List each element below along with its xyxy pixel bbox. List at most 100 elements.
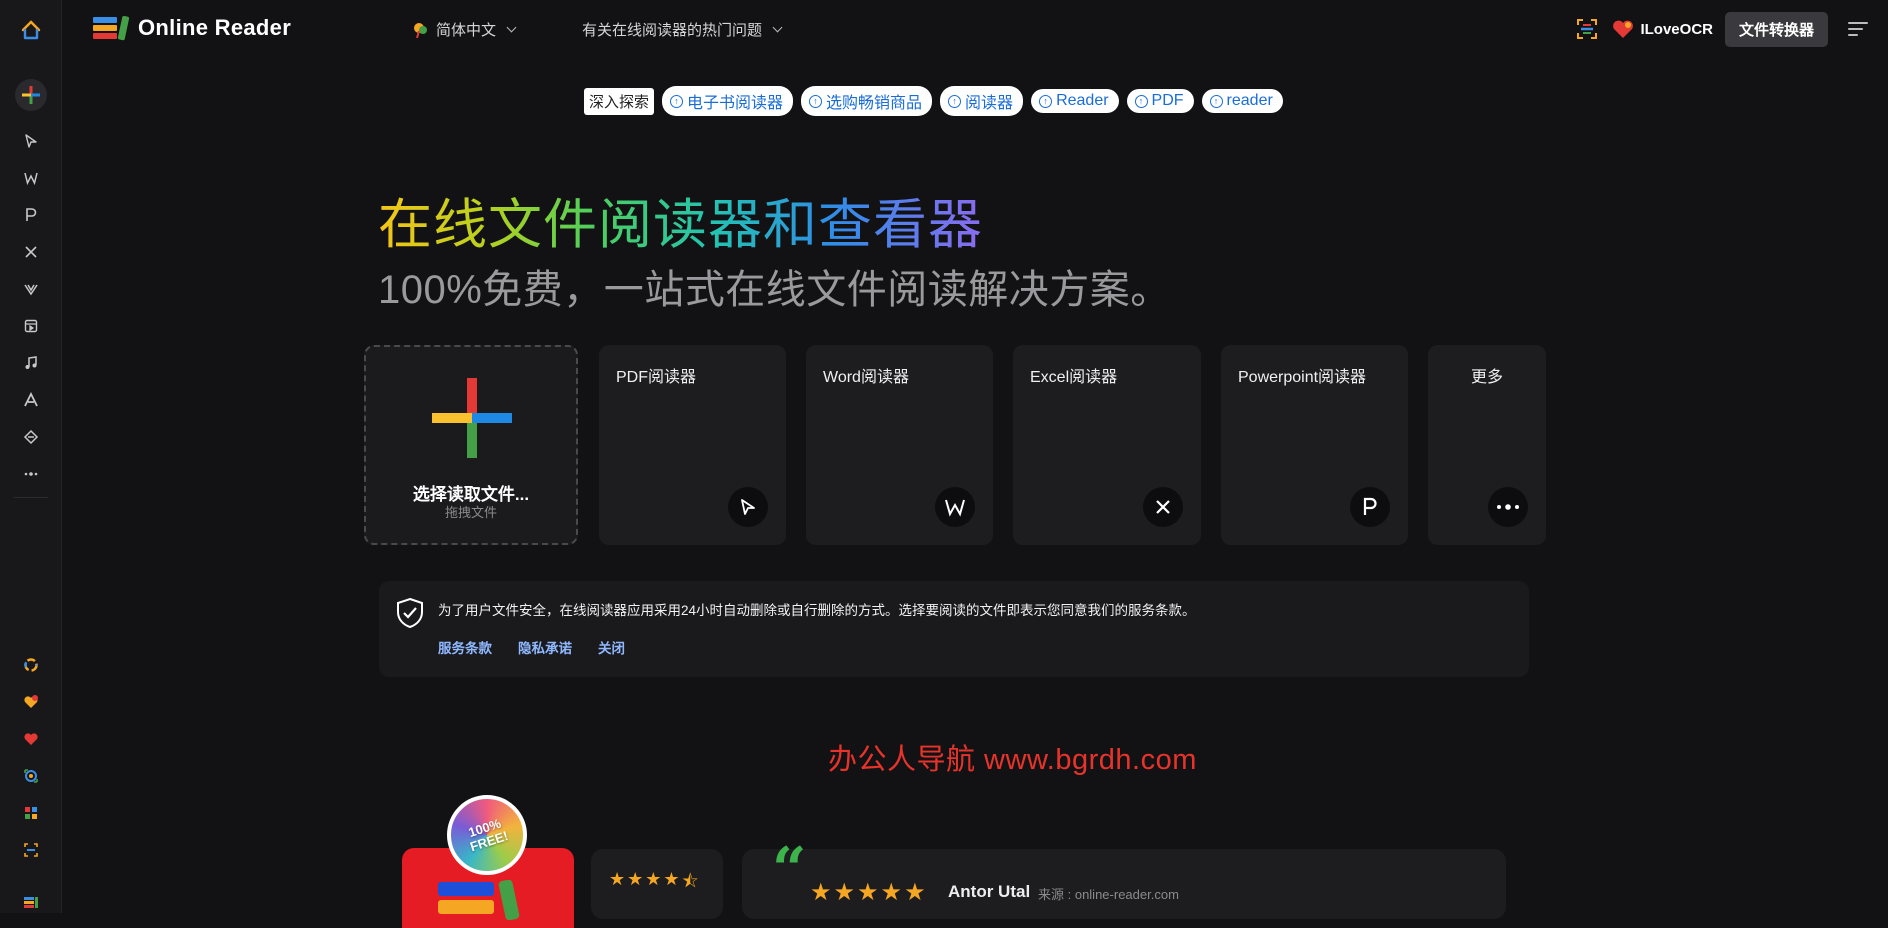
arrow-up-icon: ↑ bbox=[1039, 94, 1053, 108]
add-file-icon bbox=[432, 378, 512, 458]
language-icon bbox=[414, 22, 427, 38]
add-file-button[interactable] bbox=[15, 79, 47, 111]
arrow-up-icon: ↑ bbox=[809, 94, 823, 108]
reviewer-name: Antor Utal bbox=[948, 882, 1031, 901]
hero-title: 在线文件阅读器和查看器 bbox=[378, 180, 983, 259]
star-icon: ★ bbox=[645, 869, 662, 889]
app-2-icon[interactable] bbox=[20, 691, 42, 713]
heart-icon bbox=[1613, 20, 1634, 38]
sidebar-divider bbox=[14, 497, 48, 498]
chip-label: reader bbox=[1226, 92, 1273, 109]
more-icon[interactable] bbox=[20, 463, 42, 485]
privacy-link[interactable]: 隐私承诺 bbox=[518, 637, 572, 657]
chip-reader-cn[interactable]: ↑ 阅读器 bbox=[940, 86, 1024, 116]
explore-label: 深入探索 bbox=[584, 87, 655, 115]
star-icon: ★ bbox=[857, 879, 879, 906]
chip-label: 电子书阅读器 bbox=[687, 95, 784, 112]
iloveocr-link[interactable]: ILoveOCR bbox=[1612, 19, 1713, 39]
chip-pdf[interactable]: ↑ PDF bbox=[1126, 89, 1194, 113]
top-right-actions: ILoveOCR 文件转换器 bbox=[1576, 11, 1888, 47]
logo-icon bbox=[93, 16, 130, 41]
arrow-up-icon: ↑ bbox=[1209, 94, 1223, 108]
app-7-icon[interactable] bbox=[20, 891, 42, 913]
star-icon: ★ bbox=[810, 879, 832, 906]
star-icon: ★ bbox=[627, 869, 644, 889]
app-4-icon[interactable] bbox=[20, 765, 42, 787]
app-logo[interactable]: Online Reader bbox=[92, 14, 291, 42]
word-icon bbox=[935, 487, 975, 527]
chip-ebook-reader[interactable]: ↑ 电子书阅读器 bbox=[662, 86, 794, 116]
star-icon: ★ bbox=[880, 879, 903, 906]
media-icon[interactable] bbox=[20, 315, 42, 337]
card-title: Word阅读器 bbox=[823, 369, 909, 386]
pdf-icon[interactable] bbox=[20, 130, 42, 152]
menu-icon[interactable] bbox=[1848, 20, 1870, 38]
star-icon: ★ bbox=[663, 869, 680, 889]
card-excel-reader[interactable]: Excel阅读器 bbox=[1013, 345, 1201, 545]
free-badge-text: 100% FREE! bbox=[466, 815, 510, 855]
powerpoint-icon[interactable] bbox=[20, 204, 42, 226]
font-icon[interactable] bbox=[20, 389, 42, 411]
arrow-up-icon: ↑ bbox=[1134, 94, 1148, 108]
app-6-icon[interactable] bbox=[20, 839, 42, 861]
close-link[interactable]: 关闭 bbox=[598, 637, 625, 657]
ocr-scan-icon[interactable] bbox=[1576, 18, 1598, 40]
rating-card: ★ ★ ★ ★ ⯪ bbox=[591, 849, 723, 919]
card-title: Excel阅读器 bbox=[1030, 369, 1118, 386]
card-powerpoint-reader[interactable]: Powerpoint阅读器 bbox=[1221, 345, 1408, 545]
faq-label: 有关在线阅读器的热门问题 bbox=[582, 22, 763, 39]
top-bar: Online Reader 简体中文 有关在线阅读器的热门问题 ILoveOCR… bbox=[62, 0, 1888, 58]
app-title: Online Reader bbox=[138, 15, 292, 40]
explore-bar: 深入探索 ↑ 电子书阅读器 ↑ 选购畅销商品 ↑ 阅读器 ↑ Reader ↑ PDF ↑… bbox=[584, 86, 1283, 116]
card-pdf-reader[interactable]: PDF阅读器 bbox=[599, 345, 786, 545]
chevron-down-icon bbox=[772, 22, 783, 33]
chip-label: Reader bbox=[1056, 92, 1109, 109]
chip-bestsellers[interactable]: ↑ 选购畅销商品 bbox=[801, 86, 933, 116]
notice-text: 为了用户文件安全，在线阅读器应用采用24小时自动删除或自行删除的方式。选择要阅读… bbox=[438, 603, 1196, 618]
card-title: Powerpoint阅读器 bbox=[1238, 369, 1367, 386]
terms-link[interactable]: 服务条款 bbox=[438, 637, 492, 657]
hero-subtitle: 100%免费，一站式在线文件阅读解决方案。 bbox=[378, 268, 1171, 312]
star-icon: ★ bbox=[609, 869, 626, 889]
card-title: PDF阅读器 bbox=[616, 369, 697, 386]
home-icon[interactable] bbox=[20, 19, 42, 41]
pdf-icon bbox=[728, 487, 768, 527]
ebook-icon[interactable] bbox=[20, 426, 42, 448]
word-icon[interactable] bbox=[20, 167, 42, 189]
faq-dropdown[interactable]: 有关在线阅读器的热门问题 bbox=[582, 19, 783, 40]
arrow-up-icon: ↑ bbox=[670, 94, 684, 108]
quote-icon: “ bbox=[772, 835, 807, 905]
language-selector[interactable]: 简体中文 bbox=[412, 19, 517, 40]
iloveocr-label: ILoveOCR bbox=[1640, 20, 1713, 38]
watermark-text: 办公人导航 www.bgrdh.com bbox=[828, 744, 1197, 776]
more-icon bbox=[1488, 487, 1528, 527]
upload-sublabel: 拖拽文件 bbox=[444, 505, 497, 520]
chip-reader[interactable]: ↑ Reader bbox=[1031, 89, 1119, 113]
review-card: “ ★ ★ ★ ★ ★ Antor Utal 来源 : online-reader.co… bbox=[742, 835, 1506, 919]
card-word-reader[interactable]: Word阅读器 bbox=[806, 345, 993, 545]
app-5-icon[interactable] bbox=[20, 802, 42, 824]
music-icon[interactable] bbox=[20, 352, 42, 374]
review-source: 来源 : online-reader.com bbox=[1038, 887, 1179, 902]
excel-icon[interactable] bbox=[20, 241, 42, 263]
card-more[interactable]: 更多 bbox=[1428, 345, 1546, 545]
arrow-up-icon: ↑ bbox=[948, 94, 962, 108]
app-3-icon[interactable] bbox=[20, 728, 42, 750]
left-sidebar bbox=[0, 0, 62, 913]
rating-stars: ★ ★ ★ ★ ⯪ bbox=[609, 869, 699, 899]
app-1-icon[interactable] bbox=[20, 654, 42, 676]
star-icon: ★ bbox=[833, 879, 856, 906]
notice-links: 服务条款 隐私承诺 关闭 bbox=[438, 637, 625, 657]
chip-label: 选购畅销商品 bbox=[826, 95, 923, 112]
vector-icon[interactable] bbox=[20, 278, 42, 300]
powerpoint-icon bbox=[1350, 487, 1390, 527]
chip-reader-lower[interactable]: ↑ reader bbox=[1201, 89, 1283, 113]
card-title: 更多 bbox=[1470, 369, 1503, 386]
free-badge: 100% FREE! bbox=[447, 795, 527, 875]
chip-label: PDF bbox=[1151, 92, 1184, 109]
file-converter-button[interactable]: 文件转换器 bbox=[1724, 11, 1828, 47]
star-icon: ★ bbox=[904, 879, 926, 906]
chevron-down-icon bbox=[506, 22, 517, 33]
file-upload-dropzone[interactable]: 选择读取文件... 拖拽文件 bbox=[364, 345, 578, 545]
logo-icon bbox=[438, 880, 520, 920]
